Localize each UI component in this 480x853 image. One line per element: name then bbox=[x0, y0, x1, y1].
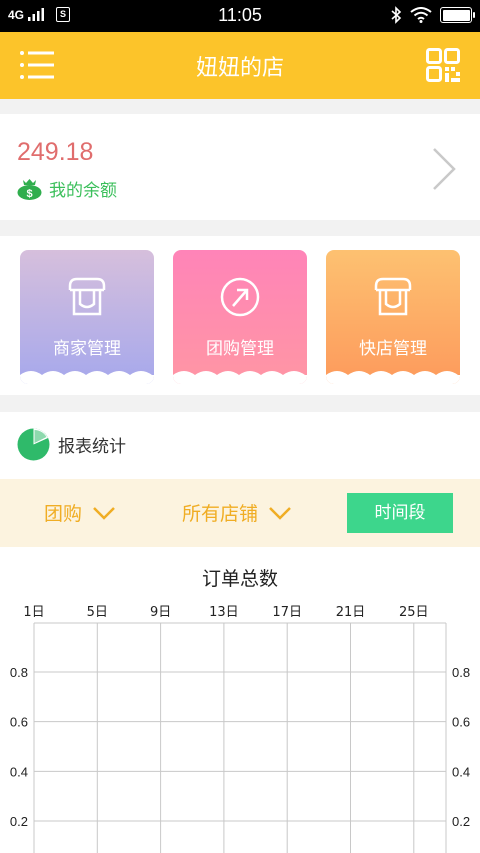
svg-text:$: $ bbox=[26, 188, 32, 200]
balance-amount: 249.18 bbox=[17, 138, 94, 166]
pie-chart-icon bbox=[17, 428, 50, 461]
store-dropdown-label: 所有店铺 bbox=[182, 503, 259, 525]
y-tick-label-left: 0.6 bbox=[10, 715, 28, 730]
page-title: 妞妞的店 bbox=[195, 56, 284, 81]
x-tick-label: 25日 bbox=[399, 605, 429, 620]
scallop-edge bbox=[20, 371, 154, 384]
balance-label: 我的余额 bbox=[49, 181, 117, 201]
merchant-management-tile[interactable]: 商家管理 bbox=[20, 250, 154, 384]
balance-label-row: $ 我的余额 bbox=[17, 176, 117, 201]
report-section: 报表统计 团购 所有店铺 时间段 订单总数 1日 5日 9日 13日 17日 21日 25日… bbox=[0, 412, 480, 853]
storefront-icon bbox=[68, 277, 106, 316]
x-tick-label: 21日 bbox=[336, 605, 366, 620]
type-dropdown[interactable]: 团购 bbox=[44, 499, 116, 526]
scallop-edge bbox=[326, 371, 460, 384]
y-tick-label-left: 0.4 bbox=[10, 764, 28, 779]
x-tick-label: 1日 bbox=[23, 605, 44, 620]
x-tick-label: 17日 bbox=[272, 605, 302, 620]
order-count-chart: 1日 5日 9日 13日 17日 21日 25日 0.8 0.8 0.6 0.6 0.4 0.4 0.2 0… bbox=[10, 605, 470, 853]
quick-shop-management-tile[interactable]: 快店管理 bbox=[326, 250, 460, 384]
chevron-down-icon bbox=[93, 506, 115, 520]
tile-label: 团购管理 bbox=[206, 339, 274, 359]
y-tick-label-right: 0.8 bbox=[452, 665, 470, 680]
scallop-edge bbox=[173, 371, 307, 384]
management-tiles: 商家管理 团购管理 快店管理 bbox=[0, 236, 480, 395]
type-dropdown-label: 团购 bbox=[44, 503, 83, 525]
chevron-right-icon[interactable] bbox=[430, 147, 458, 191]
chevron-down-icon bbox=[269, 506, 291, 520]
y-tick-label-left: 0.8 bbox=[10, 665, 28, 680]
time-period-button[interactable]: 时间段 bbox=[347, 493, 453, 533]
x-tick-label: 5日 bbox=[87, 605, 108, 620]
y-tick-label-left: 0.2 bbox=[10, 814, 28, 829]
tile-label: 商家管理 bbox=[53, 339, 121, 359]
filter-bar: 团购 所有店铺 时间段 bbox=[0, 479, 480, 547]
x-tick-label: 9日 bbox=[150, 605, 171, 620]
y-tick-label-right: 0.6 bbox=[452, 715, 470, 730]
tile-label: 快店管理 bbox=[359, 339, 427, 359]
balance-card[interactable]: 249.18 $ 我的余额 bbox=[0, 114, 480, 220]
chart-title: 订单总数 bbox=[201, 568, 278, 590]
battery-icon bbox=[440, 7, 475, 23]
battery-level bbox=[442, 9, 470, 21]
y-tick-label-right: 0.4 bbox=[452, 764, 470, 779]
storefront-icon bbox=[374, 277, 412, 316]
money-bag-icon: $ bbox=[17, 178, 42, 200]
bluetooth-icon bbox=[391, 6, 402, 24]
status-right bbox=[391, 6, 475, 24]
store-dropdown[interactable]: 所有店铺 bbox=[182, 499, 292, 526]
app-header: 妞妞的店 bbox=[0, 32, 480, 99]
qr-code-icon[interactable] bbox=[426, 48, 460, 82]
report-header: 报表统计 bbox=[17, 428, 126, 461]
y-tick-label-right: 0.2 bbox=[452, 814, 470, 829]
wifi-icon bbox=[410, 7, 432, 23]
status-bar: 4G S 11:05 bbox=[0, 0, 480, 32]
x-tick-label: 13日 bbox=[209, 605, 239, 620]
group-buy-icon bbox=[220, 277, 260, 317]
group-buy-management-tile[interactable]: 团购管理 bbox=[173, 250, 307, 384]
report-title: 报表统计 bbox=[58, 437, 126, 457]
